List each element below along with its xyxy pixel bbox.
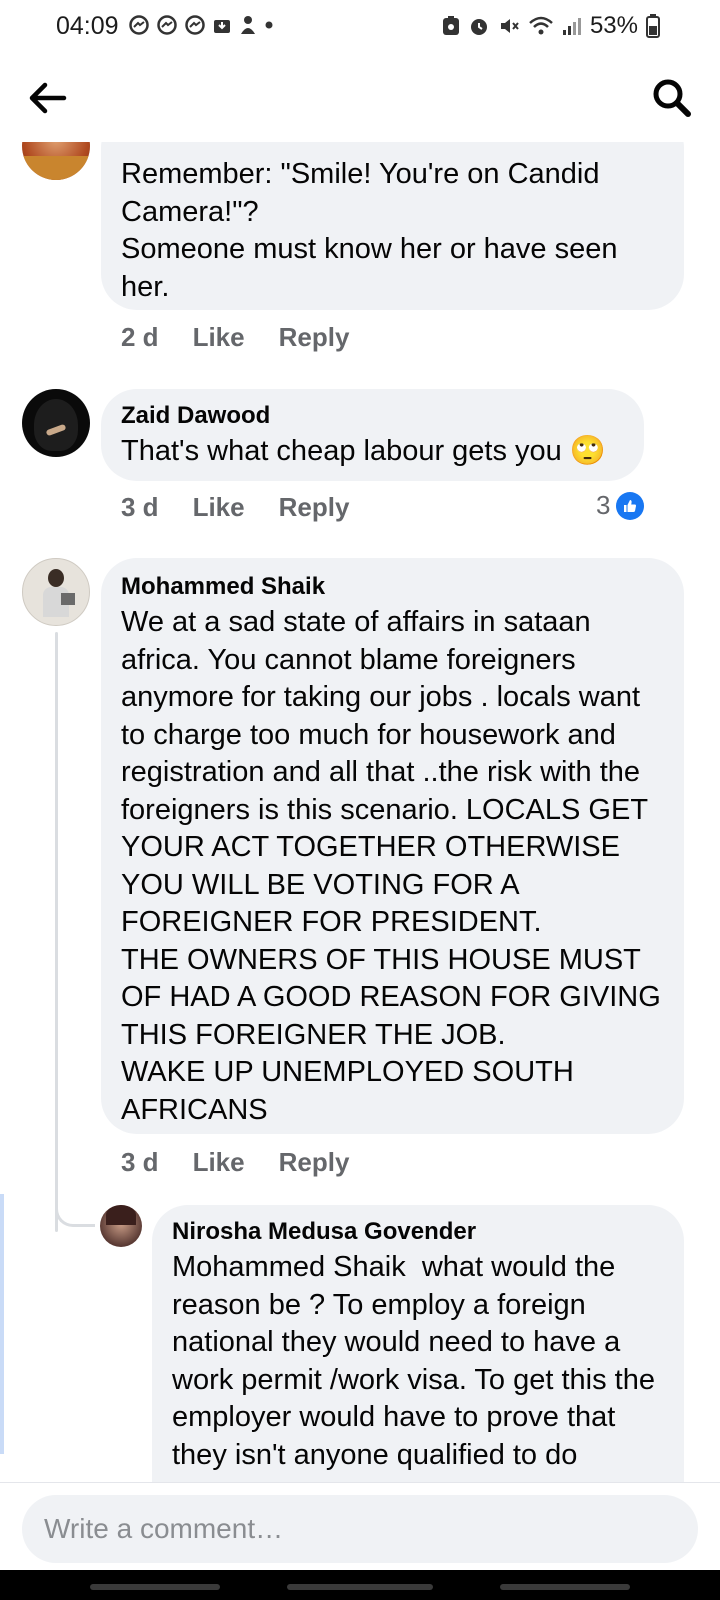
- top-nav: [0, 56, 720, 142]
- comment-bubble: Eleanor Pentler Remember: "Smile! You're…: [101, 142, 684, 310]
- comment-author[interactable]: Nirosha Medusa Govender: [172, 1215, 664, 1249]
- reply-button[interactable]: Reply: [279, 1147, 350, 1178]
- comment-age[interactable]: 3 d: [121, 492, 159, 523]
- reaction-summary[interactable]: 3: [596, 490, 645, 521]
- like-button[interactable]: Like: [193, 492, 245, 523]
- messenger-icon: [157, 15, 177, 35]
- comment-actions: 3 d Like Reply: [121, 492, 349, 523]
- dot-icon: [265, 21, 273, 29]
- highlight-bar: [0, 1194, 4, 1454]
- comment-author[interactable]: Zaid Dawood: [121, 399, 624, 433]
- status-bar: 04:09 53%: [0, 0, 720, 56]
- like-reaction-icon: [616, 491, 645, 520]
- comment-text: That's what cheap labour gets you 🙄: [121, 435, 606, 467]
- comment-author[interactable]: Eleanor Pentler: [121, 142, 664, 152]
- comment-bubble: Zaid Dawood That's what cheap labour get…: [101, 389, 644, 481]
- home-gesture[interactable]: [287, 1584, 433, 1590]
- comment-text: We at a sad state of affairs in sataan a…: [121, 606, 661, 1126]
- app-icon: [241, 16, 255, 34]
- thread-line: [55, 632, 58, 1232]
- notification-icons: [128, 14, 274, 36]
- reply-bubble: Nirosha Medusa Govender Mohammed Shaik w…: [152, 1205, 684, 1482]
- reply-button[interactable]: Reply: [279, 322, 350, 353]
- signal-icon: [562, 18, 581, 35]
- nfc-icon: [442, 16, 459, 35]
- battery-icon: [646, 14, 660, 38]
- reaction-count: 3: [596, 490, 611, 520]
- comment-actions: 3 d Like Reply: [121, 1147, 349, 1178]
- comments-feed[interactable]: Eleanor Pentler Remember: "Smile! You're…: [0, 142, 720, 1482]
- comment-age[interactable]: 3 d: [121, 1147, 159, 1178]
- like-button[interactable]: Like: [193, 322, 245, 353]
- comment-text: Mohammed Shaik what would the reason be …: [172, 1251, 664, 1471]
- like-button[interactable]: Like: [193, 1147, 245, 1178]
- search-button[interactable]: [648, 74, 696, 122]
- avatar[interactable]: [100, 1205, 142, 1247]
- comment-composer: Write a comment…: [0, 1482, 720, 1563]
- search-icon: [653, 79, 691, 117]
- comment-author[interactable]: Mohammed Shaik: [121, 570, 664, 604]
- battery-percent: 53%: [589, 12, 638, 39]
- comment-actions: 2 d Like Reply: [121, 322, 349, 353]
- comment-input[interactable]: Write a comment…: [22, 1495, 698, 1563]
- messenger-icon: [185, 15, 205, 35]
- thread-line-corner: [55, 1182, 95, 1227]
- alarm-icon: [470, 19, 487, 35]
- arrow-left-icon: [29, 82, 67, 114]
- comment-text: Remember: "Smile! You're on Candid Camer…: [121, 158, 618, 303]
- system-nav-bar: [0, 1570, 720, 1600]
- reply-button[interactable]: Reply: [279, 492, 350, 523]
- comment-input-placeholder: Write a comment…: [44, 1513, 284, 1544]
- comment-age[interactable]: 2 d: [121, 322, 159, 353]
- status-right: 53%: [442, 12, 660, 40]
- wifi-icon: [529, 16, 553, 35]
- avatar[interactable]: [22, 142, 90, 180]
- back-gesture[interactable]: [500, 1584, 630, 1590]
- messenger-icon: [129, 15, 149, 35]
- avatar[interactable]: [22, 558, 90, 626]
- back-button[interactable]: [24, 74, 72, 122]
- avatar[interactable]: [22, 389, 90, 457]
- comment-bubble: Mohammed Shaik We at a sad state of affa…: [101, 558, 684, 1134]
- mute-icon: [500, 19, 519, 33]
- status-time: 04:09: [56, 12, 119, 40]
- recents-gesture[interactable]: [90, 1584, 220, 1590]
- download-icon: [214, 20, 230, 33]
